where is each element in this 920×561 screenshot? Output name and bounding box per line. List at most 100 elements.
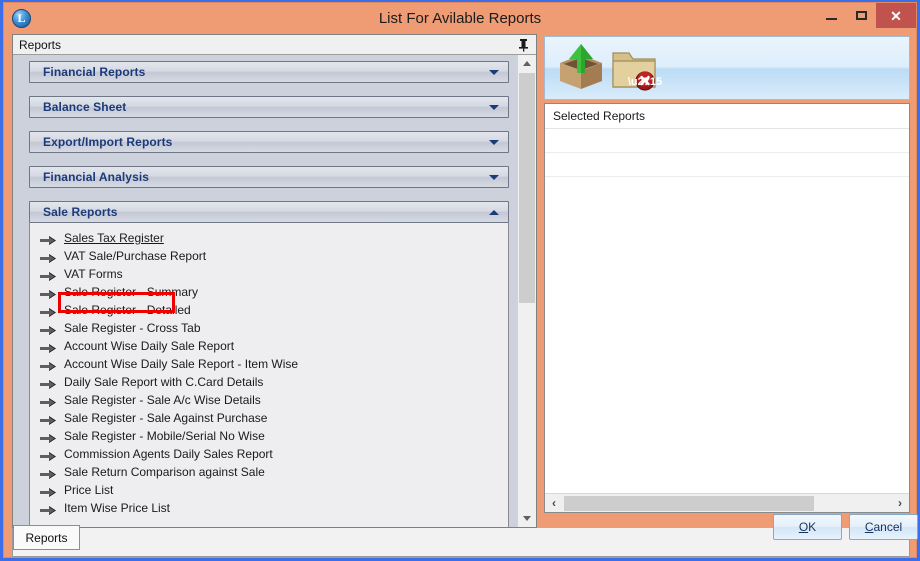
scroll-up-button[interactable] (518, 55, 536, 72)
cancel-label-rest: ancel (873, 520, 903, 534)
dock-caption-label: Reports (19, 37, 62, 52)
report-list-item-label: Account Wise Daily Sale Report (64, 339, 235, 353)
maximize-icon (855, 11, 867, 20)
report-list-item-label: Item Wise Price List (64, 501, 171, 515)
report-list-item[interactable]: Item Wise Price List (30, 499, 508, 517)
section-label: Financial Analysis (43, 170, 150, 184)
application-window: L List For Avilable Reports ✕ Reports Fi… (0, 0, 920, 561)
chevron-up-icon (489, 210, 499, 215)
accordion-section-financial-reports[interactable]: Financial Reports (29, 61, 509, 83)
pin-icon[interactable] (517, 38, 530, 52)
report-list-item[interactable]: Account Wise Daily Sale Report - Item Wi… (30, 355, 508, 373)
reports-accordion: Financial Reports Balance Sheet Export/I… (13, 55, 517, 527)
accordion-section-sale-reports[interactable]: Sale Reports (29, 201, 509, 223)
chevron-down-icon (489, 175, 499, 180)
dock-body: Financial Reports Balance Sheet Export/I… (13, 55, 536, 527)
cancel-button[interactable]: Cancel (849, 514, 918, 540)
report-list-item-label: Sales Tax Register (64, 231, 164, 245)
arrow-right-icon (40, 467, 57, 479)
report-list-item[interactable]: Daily Sale Report with C.Card Details (30, 373, 508, 391)
report-list-item[interactable]: Sale Register - Sale A/c Wise Details (30, 391, 508, 409)
arrow-right-icon (40, 305, 57, 317)
report-list-item[interactable]: Sale Register - Mobile/Serial No Wise (30, 427, 508, 445)
minimize-icon (825, 18, 837, 20)
report-list-item-label: Sale Register - Cross Tab (64, 321, 201, 335)
selected-reports-toolbar: \u2715 (544, 36, 910, 100)
selected-reports-header-label: Selected Reports (553, 109, 646, 123)
report-list-item[interactable]: Sale Register - Sale Against Purchase (30, 409, 508, 427)
arrow-right-icon (40, 233, 57, 245)
report-list-item[interactable]: Sales Tax Register (30, 229, 508, 247)
arrow-right-icon (40, 449, 57, 461)
arrow-right-icon (40, 269, 57, 281)
arrow-right-icon (40, 377, 57, 389)
report-list-item[interactable]: Account Wise Daily Sale Report (30, 337, 508, 355)
dock-caption-bar: Reports (13, 35, 536, 55)
scroll-down-icon (523, 516, 531, 521)
arrow-right-icon (40, 251, 57, 263)
close-button[interactable]: ✕ (876, 3, 916, 28)
title-bar: L List For Avilable Reports ✕ (4, 3, 916, 34)
arrow-right-icon (40, 359, 57, 371)
list-row-divider (545, 176, 909, 177)
sale-reports-list: Sales Tax Register VAT Sale/Purchase Repo… (29, 223, 509, 527)
report-list-item[interactable]: Price List (30, 481, 508, 499)
maximize-button[interactable] (846, 3, 876, 28)
chevron-down-icon (489, 105, 499, 110)
report-list-item[interactable]: Sale Return Comparison against Sale (30, 463, 508, 481)
report-list-item-label: Sale Register - Summary (64, 285, 199, 299)
scroll-up-icon (523, 61, 531, 66)
minimize-button[interactable] (816, 3, 846, 28)
report-list-item-label: VAT Sale/Purchase Report (64, 249, 207, 263)
report-list-item[interactable]: Commission Agents Daily Sales Report (30, 445, 508, 463)
selected-reports-panel: Selected Reports ‹ › (544, 103, 910, 513)
report-list-item-label: Daily Sale Report with C.Card Details (64, 375, 264, 389)
window-frame: L List For Avilable Reports ✕ Reports Fi… (3, 2, 918, 558)
selected-reports-horizontal-scrollbar[interactable]: ‹ › (545, 493, 909, 512)
folder-remove-icon[interactable]: \u2715 (611, 45, 663, 93)
ok-button[interactable]: OK (773, 514, 842, 540)
report-list-item-label: Sale Register - Detailed (64, 303, 191, 317)
section-label: Sale Reports (43, 205, 118, 219)
reports-dock-panel: Reports Financial Reports Balance Sheet … (12, 34, 537, 528)
report-list-item-label: Sale Return Comparison against Sale (64, 465, 265, 479)
arrow-right-icon (40, 485, 57, 497)
report-list-item[interactable]: VAT Sale/Purchase Report (30, 247, 508, 265)
close-icon: ✕ (890, 7, 902, 24)
dock-vertical-scrollbar[interactable] (517, 55, 536, 527)
arrow-right-icon (40, 413, 57, 425)
cancel-button-label: Cancel (864, 520, 903, 534)
report-list-item-label: VAT Forms (64, 267, 123, 281)
section-label: Financial Reports (43, 65, 146, 79)
arrow-right-icon (40, 395, 57, 407)
section-label: Balance Sheet (43, 100, 127, 114)
window-title: List For Avilable Reports (378, 10, 542, 27)
scroll-down-button[interactable] (518, 510, 536, 527)
scroll-left-button[interactable]: ‹ (545, 494, 563, 512)
ok-label-rest: K (808, 520, 817, 534)
chevron-down-icon (489, 70, 499, 75)
arrow-right-icon (40, 323, 57, 335)
section-label: Export/Import Reports (43, 135, 173, 149)
selected-reports-header: Selected Reports (545, 104, 909, 129)
tab-reports[interactable]: Reports (13, 525, 80, 550)
report-list-item-label: Account Wise Daily Sale Report - Item Wi… (64, 357, 299, 371)
report-list-item-label: Price List (64, 483, 114, 497)
report-list-item[interactable]: Sale Register - Detailed (30, 301, 508, 319)
report-list-item[interactable]: Sale Register - Summary (30, 283, 508, 301)
arrow-right-icon (40, 431, 57, 443)
horizontal-scrollbar-thumb[interactable] (564, 496, 814, 511)
arrow-right-icon (40, 287, 57, 299)
report-list-item[interactable]: VAT Forms (30, 265, 508, 283)
accordion-section-balance-sheet[interactable]: Balance Sheet (29, 96, 509, 118)
report-list-item-label: Sale Register - Sale A/c Wise Details (64, 393, 261, 407)
dialog-footer: Reports OK Cancel (12, 514, 918, 557)
report-list-item-label: Sale Register - Sale Against Purchase (64, 411, 268, 425)
report-list-item[interactable]: Sale Register - Cross Tab (30, 319, 508, 337)
report-list-item-label: Commission Agents Daily Sales Report (64, 447, 273, 461)
scroll-right-button[interactable]: › (891, 494, 909, 512)
accordion-section-export-import-reports[interactable]: Export/Import Reports (29, 131, 509, 153)
accordion-section-financial-analysis[interactable]: Financial Analysis (29, 166, 509, 188)
export-box-icon[interactable] (555, 43, 607, 95)
vertical-scrollbar-thumb[interactable] (519, 73, 535, 303)
